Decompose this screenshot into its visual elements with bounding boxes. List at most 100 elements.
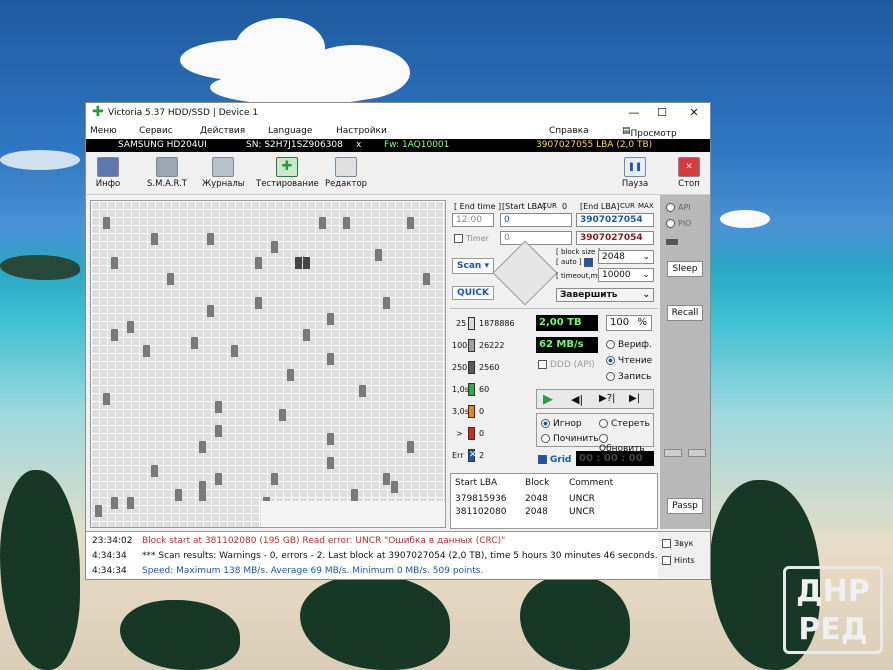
log-text: Block start at 381102080 (195 GB) Read e… bbox=[142, 536, 506, 546]
start-lba-input[interactable]: 0 bbox=[500, 213, 572, 227]
verify-radio[interactable]: Вериф. bbox=[606, 340, 652, 350]
start-cur-button[interactable]: CUR bbox=[542, 202, 557, 210]
stat-label-3s: 3,0s bbox=[452, 407, 469, 416]
small-toggle-left[interactable] bbox=[664, 449, 682, 457]
close-button[interactable]: ✕ bbox=[680, 105, 708, 121]
api-label: API bbox=[678, 203, 691, 212]
pause-icon: ❚❚ bbox=[624, 157, 646, 177]
finish-action-select[interactable]: Завершить ⌄ bbox=[556, 288, 654, 302]
timer-input[interactable]: 0 bbox=[500, 231, 572, 245]
hints-checkbox[interactable]: Hints bbox=[662, 556, 695, 565]
capacity-display: 2,00 TB bbox=[536, 315, 598, 331]
api-radio[interactable]: API bbox=[666, 203, 691, 212]
rewind-icon[interactable]: ◀| bbox=[571, 393, 583, 406]
editor-button[interactable]: Редактор bbox=[324, 157, 368, 189]
stats-panel: 25 1878886 100 26222 250 2560 1,0s 60 3,… bbox=[450, 308, 658, 468]
block-size-label: [ block size ] bbox=[556, 248, 601, 256]
row-start-lba: 381102080 bbox=[455, 507, 507, 517]
action-mode-group: Игнор Стереть Починить Обновить bbox=[536, 413, 654, 454]
menu-settings[interactable]: Настройки bbox=[336, 126, 387, 136]
block-size-select[interactable]: 2048 ⌄ bbox=[598, 250, 654, 264]
fix-label: Починить bbox=[553, 434, 599, 444]
grid-check-box bbox=[538, 455, 547, 464]
menu-main[interactable]: Меню bbox=[90, 126, 117, 136]
log-entry: 4:34:34 *** Scan results: Warnings - 0, e… bbox=[92, 551, 658, 561]
menu-service[interactable]: Сервис bbox=[139, 126, 173, 136]
title-bar: ✚ Victoria 5.37 HDD/SSD | Device 1 — ☐ ✕ bbox=[86, 103, 710, 123]
scan-label: Scan bbox=[457, 261, 482, 271]
info-button[interactable]: Инфо bbox=[92, 157, 124, 189]
ignore-radio-circle bbox=[541, 419, 550, 428]
bad-blocks-table: Start LBA Block Comment 379815936 2048 U… bbox=[450, 473, 658, 529]
menu-help[interactable]: Справка bbox=[549, 126, 589, 136]
stat-label-100: 100 bbox=[452, 341, 468, 350]
log-entry: 23:34:02 Block start at 381102080 (195 GB… bbox=[92, 536, 505, 546]
scan-map-grid bbox=[90, 200, 446, 528]
quick-button[interactable]: QUICK bbox=[452, 286, 494, 300]
hints-label: Hints bbox=[674, 556, 695, 565]
table-header-block: Block bbox=[525, 478, 550, 488]
sound-check-box bbox=[662, 539, 671, 548]
pause-button[interactable]: ❚❚ Пауза bbox=[620, 157, 650, 189]
auto-checkbox[interactable] bbox=[584, 258, 593, 267]
device-close[interactable]: x bbox=[356, 140, 361, 150]
small-toggle-right[interactable] bbox=[688, 449, 706, 457]
block-size-value: 2048 bbox=[602, 252, 625, 262]
stat-label-1s: 1,0s bbox=[452, 385, 469, 394]
ignore-radio[interactable]: Игнор bbox=[541, 419, 582, 429]
timeout-select[interactable]: 10000 ⌄ bbox=[598, 268, 654, 282]
smart-button[interactable]: S.M.A.R.T bbox=[142, 157, 192, 189]
stop-label: Стоп bbox=[678, 179, 700, 189]
grid-checkbox[interactable]: Grid bbox=[538, 455, 571, 465]
end-cur-button[interactable]: CUR bbox=[620, 202, 635, 210]
end-lba-input[interactable]: 3907027054 bbox=[576, 213, 654, 227]
maximize-button[interactable]: ☐ bbox=[648, 105, 676, 121]
elapsed-clock: 00 : 00 : 00 bbox=[576, 451, 654, 466]
read-radio[interactable]: Чтение bbox=[606, 356, 652, 366]
end-time-input[interactable]: 12:00 bbox=[452, 213, 494, 227]
end-lba-label: [End LBA] bbox=[580, 202, 620, 211]
device-firmware: Fw: 1AQ10001 bbox=[384, 140, 450, 150]
stat-color-250 bbox=[468, 361, 475, 374]
stat-count-err: 2 bbox=[479, 451, 485, 460]
stat-color-3s bbox=[468, 405, 475, 418]
passp-button[interactable]: Passp bbox=[667, 498, 703, 514]
timer-checkbox[interactable]: Timer bbox=[454, 234, 489, 243]
log-time: 23:34:02 bbox=[92, 536, 133, 546]
row-comment: UNCR bbox=[569, 507, 595, 517]
row-block: 2048 bbox=[525, 494, 548, 504]
minimize-button[interactable]: — bbox=[620, 105, 648, 121]
sleep-button[interactable]: Sleep bbox=[667, 261, 703, 277]
fix-radio[interactable]: Починить bbox=[541, 434, 599, 444]
direction-pad[interactable] bbox=[492, 240, 558, 306]
recall-button[interactable]: Recall bbox=[667, 305, 703, 321]
buffer-view-toggle[interactable]: ▤ Просмотр буфера bbox=[622, 126, 677, 149]
pause-label: Пауза bbox=[621, 179, 649, 189]
auto-label: [ auto ] bbox=[556, 258, 582, 266]
menu-actions[interactable]: Действия bbox=[200, 126, 245, 136]
row-start-lba: 379815936 bbox=[455, 494, 507, 504]
end-icon[interactable]: ▶| bbox=[629, 393, 640, 404]
event-log: 23:34:02 Block start at 381102080 (195 GB… bbox=[86, 531, 658, 579]
erase-radio[interactable]: Стереть bbox=[599, 419, 650, 429]
timeout-value: 10000 bbox=[602, 270, 631, 280]
sound-checkbox[interactable]: Звук bbox=[662, 539, 693, 548]
write-radio[interactable]: Запись bbox=[606, 372, 651, 382]
stat-count-100: 26222 bbox=[479, 341, 505, 350]
skip-icon[interactable]: ▶?| bbox=[599, 393, 615, 404]
logs-button[interactable]: Журналы bbox=[202, 157, 245, 189]
end-max-button[interactable]: MAX bbox=[638, 202, 654, 210]
tab-testing[interactable]: ✚ Тестирование bbox=[256, 157, 319, 189]
plus-icon: ✚ bbox=[276, 157, 298, 177]
stop-button[interactable]: ✕ Стоп bbox=[674, 157, 704, 189]
ddd-api-checkbox[interactable]: DDD (API) bbox=[538, 360, 595, 370]
ignore-label: Игнор bbox=[553, 419, 582, 429]
start-zero-button[interactable]: 0 bbox=[562, 202, 567, 211]
logs-icon bbox=[212, 157, 234, 177]
menu-language[interactable]: Language bbox=[268, 126, 312, 136]
row-block: 2048 bbox=[525, 507, 548, 517]
scan-button[interactable]: Scan ▾ bbox=[452, 258, 494, 274]
pio-radio[interactable]: PIO bbox=[666, 219, 691, 228]
play-icon[interactable]: ▶ bbox=[543, 392, 553, 407]
testing-label: Тестирование bbox=[256, 179, 319, 189]
